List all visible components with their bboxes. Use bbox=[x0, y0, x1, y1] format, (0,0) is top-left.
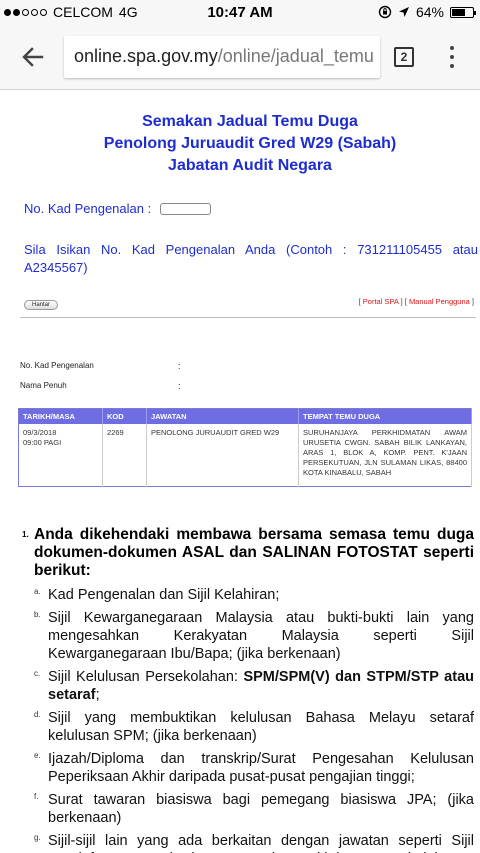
info-ic-colon: : bbox=[178, 361, 181, 371]
instruction-number: 1. bbox=[22, 530, 29, 539]
col-header-position: JAWATAN bbox=[146, 408, 299, 424]
portal-spa-link[interactable]: Portal SPA bbox=[363, 297, 399, 306]
info-name-label: Nama Penuh bbox=[20, 381, 67, 390]
divider bbox=[20, 317, 476, 318]
rotation-lock-icon bbox=[378, 5, 392, 19]
list-item: b. Sijil Kewarganegaraan Malaysia atau bu… bbox=[34, 610, 474, 662]
cell-code: 2269 bbox=[102, 424, 147, 487]
header-links: [ Portal SPA ] [ Manual Pengguna ] bbox=[358, 297, 474, 306]
document-list: a. Kad Pengenalan dan Sijil Kelahiran; b.… bbox=[34, 586, 474, 853]
page-department: Jabatan Audit Negara bbox=[168, 157, 332, 174]
browser-toolbar: online.spa.gov.my/online/jadual_temu 2 bbox=[0, 26, 480, 90]
interview-schedule-table: TARIKH/MASA KOD JAWATAN TEMPAT TEMU DUGA… bbox=[18, 408, 472, 487]
address-bar[interactable]: online.spa.gov.my/online/jadual_temu bbox=[64, 36, 380, 78]
interview-time: 09:00 PAGI bbox=[23, 438, 62, 447]
ic-number-input[interactable] bbox=[160, 203, 211, 215]
col-header-code: KOD bbox=[102, 408, 147, 424]
instruction-heading: Anda dikehendaki membawa bersama semasa … bbox=[34, 526, 474, 579]
location-arrow-icon bbox=[398, 7, 409, 17]
list-item: f. Surat tawaran biasiswa bagi pemegang b… bbox=[34, 792, 474, 826]
ic-number-label: No. Kad Pengenalan : bbox=[24, 201, 152, 216]
info-ic-label: No. Kad Pengenalan bbox=[20, 361, 94, 370]
cell-venue: SURUHANJAYA PERKHIDMATAN AWAM URUSETIA C… bbox=[298, 424, 472, 487]
tab-switcher-button[interactable]: 2 bbox=[394, 47, 414, 67]
list-item: c. Sijil Kelulusan Persekolahan: SPM/SPM(… bbox=[34, 669, 474, 703]
interview-date: 09/3/2018 bbox=[23, 428, 57, 437]
list-item: a. Kad Pengenalan dan Sijil Kelahiran; bbox=[34, 587, 280, 603]
submit-button[interactable]: Hantar bbox=[24, 300, 58, 310]
url-path: /online/jadual_temu bbox=[217, 46, 374, 66]
page-title: Semakan Jadual Temu Duga bbox=[142, 113, 358, 130]
list-item: g. Sijil-sijil lain yang ada berkaitan de… bbox=[34, 833, 474, 853]
list-item: e. Ijazah/Diploma dan transkrip/Surat Pen… bbox=[34, 751, 474, 785]
overflow-menu-icon[interactable] bbox=[446, 44, 458, 70]
info-name-colon: : bbox=[178, 381, 181, 391]
battery-icon bbox=[450, 6, 476, 18]
col-header-date: TARIKH/MASA bbox=[18, 408, 103, 424]
back-arrow-icon bbox=[22, 47, 44, 67]
cell-date-time: 09/3/2018 09:00 PAGI bbox=[18, 424, 103, 487]
back-button[interactable] bbox=[18, 42, 48, 72]
battery-percent: 64% bbox=[415, 4, 444, 20]
cell-position: PENOLONG JURUAUDIT GRED W29 bbox=[146, 424, 299, 487]
url-host: online.spa.gov.my bbox=[74, 46, 218, 66]
user-manual-link[interactable]: Manual Pengguna bbox=[409, 297, 470, 306]
col-header-venue: TEMPAT TEMU DUGA bbox=[298, 408, 472, 424]
table-row: 09/3/2018 09:00 PAGI 2269 PENOLONG JURUA… bbox=[18, 424, 472, 487]
page-subtitle: Penolong Juruaudit Gred W29 (Sabah) bbox=[103, 135, 397, 152]
web-page: Semakan Jadual Temu Duga Penolong Juruau… bbox=[0, 90, 480, 853]
ic-hint-text: Sila Isikan No. Kad Pengenalan Anda (Con… bbox=[24, 242, 478, 275]
instructions-section: 1. Anda dikehendaki membawa bersama sema… bbox=[22, 526, 474, 853]
status-bar: CELCOM 4G 10:47 AM 64% bbox=[0, 0, 480, 26]
list-item: d. Sijil yang membuktikan kelulusan Bahas… bbox=[34, 710, 474, 744]
